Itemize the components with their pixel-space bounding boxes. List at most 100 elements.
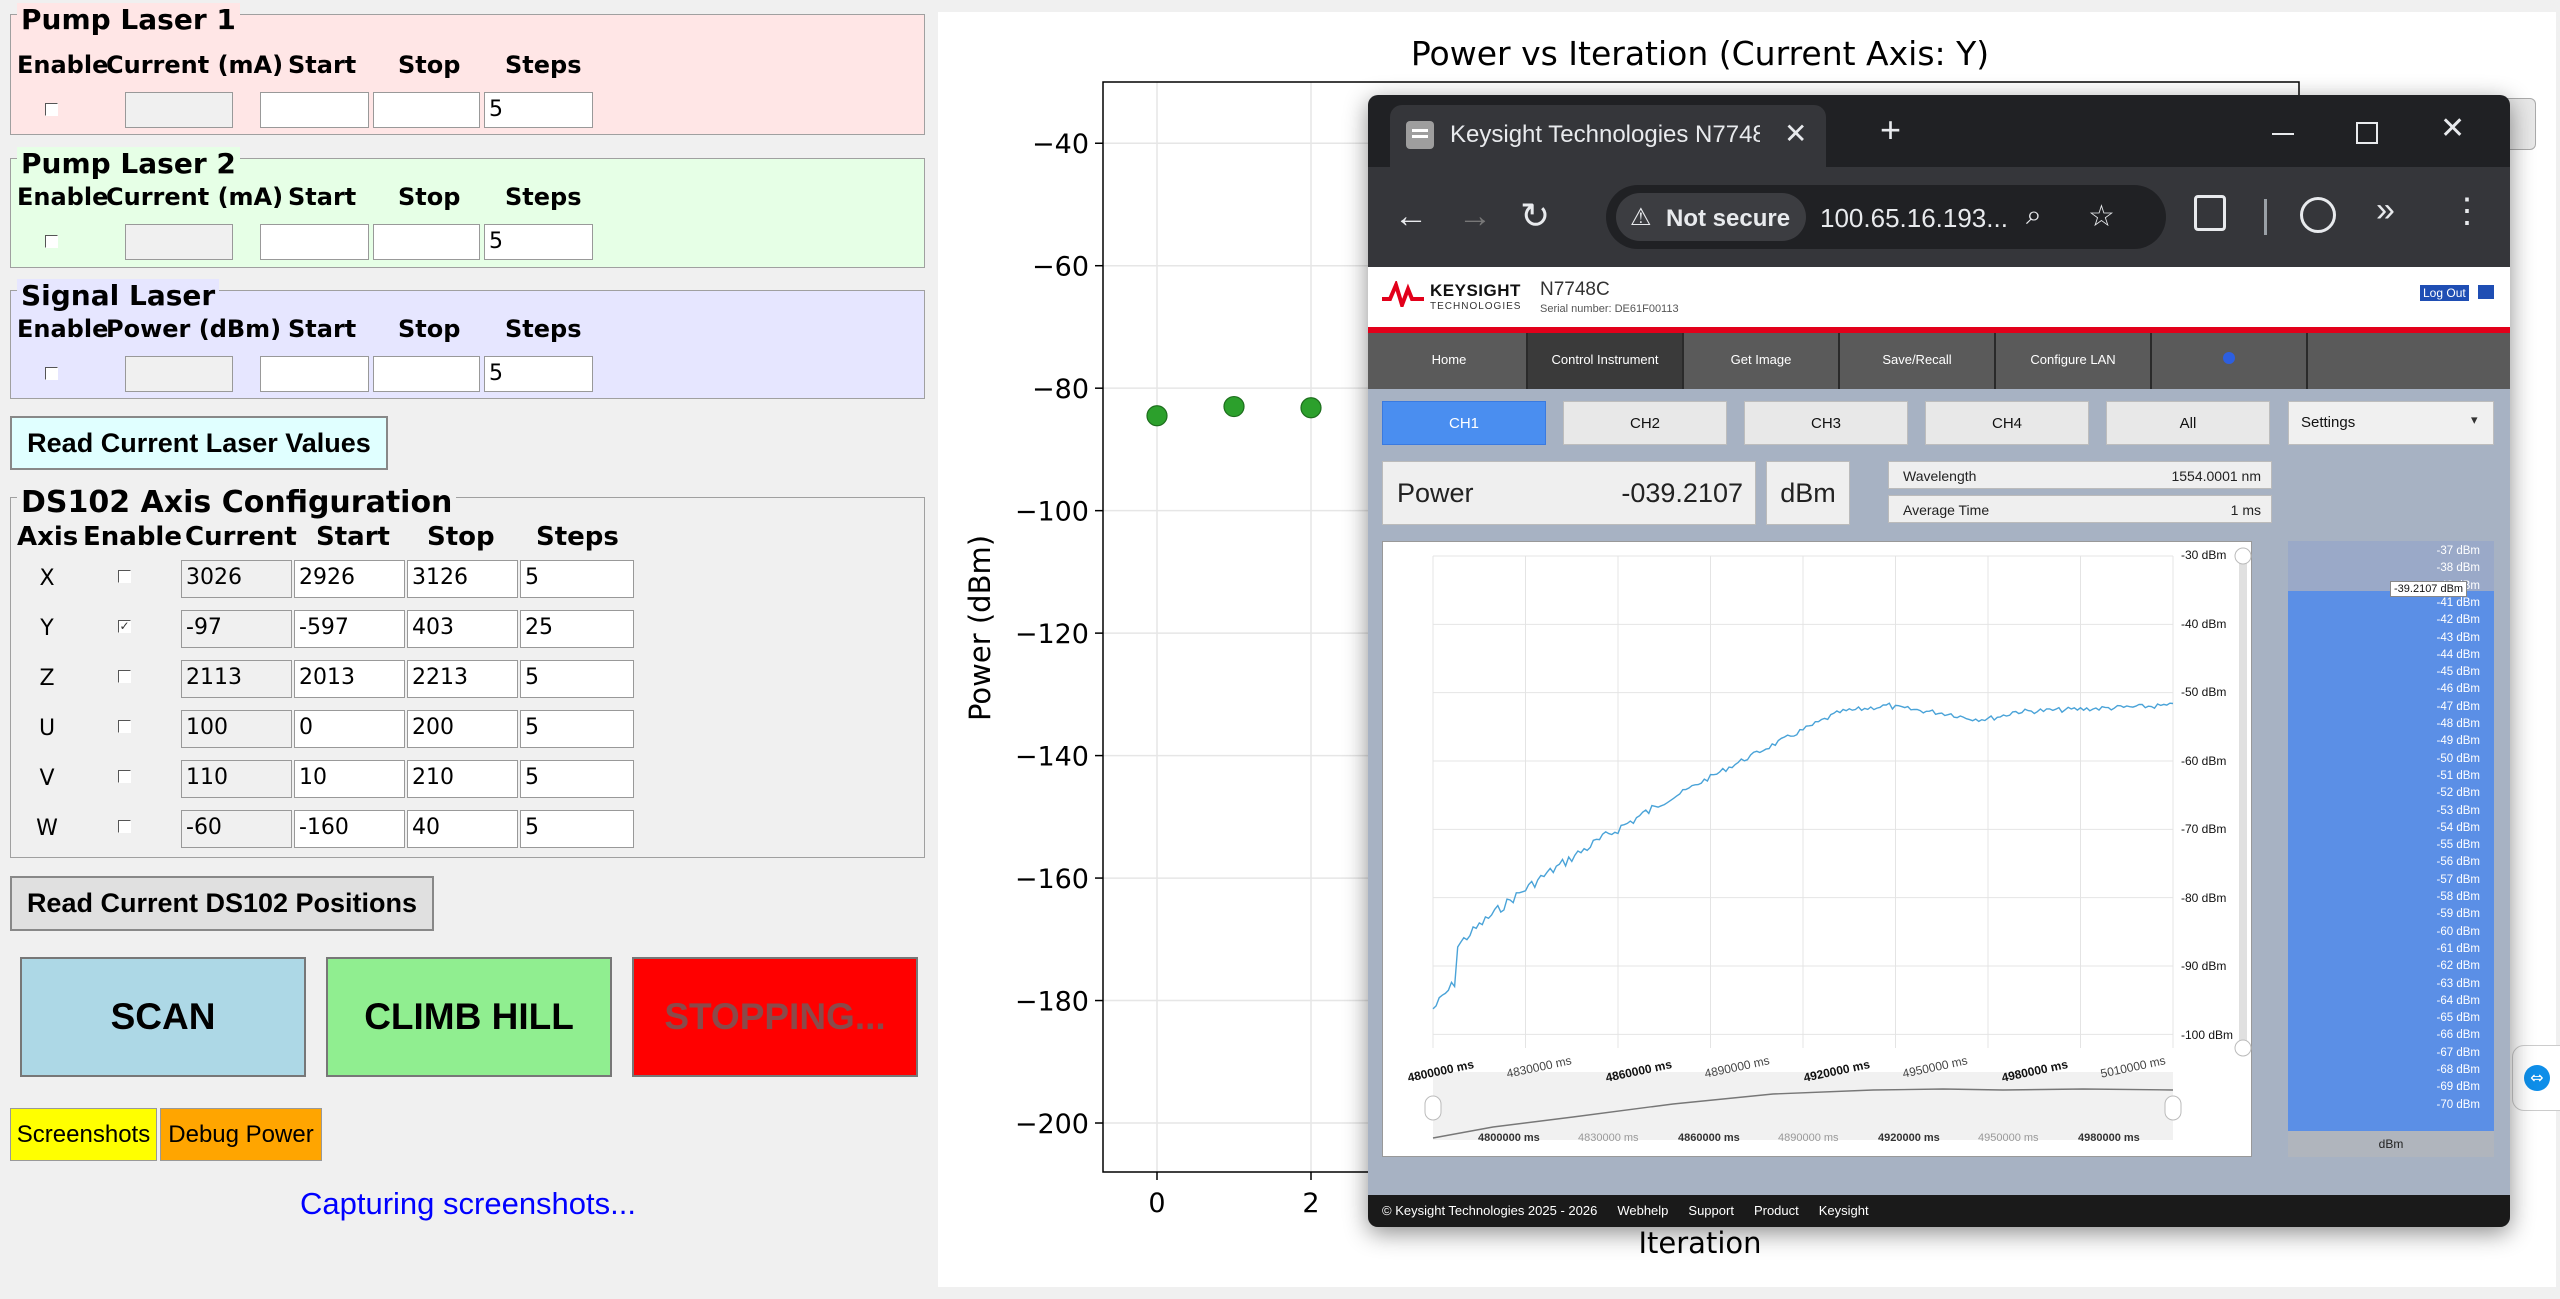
logout-link[interactable]: Log Out (2420, 285, 2469, 301)
axis-stop-input[interactable]: 2213 (407, 660, 518, 698)
axis-enable-checkbox[interactable]: ✓ (118, 620, 131, 633)
settings-dropdown[interactable]: Settings ▾ (2288, 401, 2494, 445)
pump1-enable-checkbox[interactable] (45, 103, 58, 116)
overview-right-handle[interactable] (2164, 1095, 2182, 1121)
axis-steps-input[interactable]: 5 (520, 760, 634, 798)
arrows-icon: ⇔ (2524, 1065, 2550, 1091)
zoom-icon[interactable]: ⌕ (2026, 199, 2042, 232)
bar-scale-label: -60 dBm (2436, 925, 2480, 938)
axis-enable-checkbox[interactable] (118, 720, 131, 733)
pump2-start-input[interactable] (260, 224, 369, 260)
data-point (1300, 397, 1322, 419)
close-tab-icon[interactable]: ✕ (1784, 117, 1807, 150)
signal-steps-input[interactable]: 5 (484, 356, 593, 392)
forward-icon[interactable]: → (1458, 197, 1492, 236)
channel-button-ch3[interactable]: CH3 (1744, 401, 1908, 445)
pump1-steps-input[interactable]: 5 (484, 92, 593, 128)
browser-toolbar: ← → ↻ ⚠ Not secure 100.65.16.193... ⌕ ☆ … (1368, 167, 2510, 267)
screenshots-button[interactable]: Screenshots (10, 1108, 157, 1161)
maximize-icon[interactable] (2356, 122, 2378, 144)
axis-steps-input[interactable]: 5 (520, 810, 634, 848)
read-laser-values-button[interactable]: Read Current Laser Values (10, 416, 388, 470)
minimize-icon[interactable] (2272, 133, 2294, 135)
footer-link[interactable]: Support (1688, 1203, 1734, 1218)
footer-link[interactable]: Product (1754, 1203, 1799, 1218)
nav-item-5[interactable] (2152, 333, 2308, 389)
axis-label: U (38, 716, 56, 741)
window-close-icon[interactable]: ✕ (2440, 111, 2465, 146)
axis-start-input[interactable]: 0 (294, 710, 405, 748)
signal-stop-input[interactable] (373, 356, 480, 392)
bar-scale-label: -45 dBm (2436, 666, 2480, 679)
pump1-stop-input[interactable] (373, 92, 480, 128)
reload-icon[interactable]: ↻ (1520, 195, 1550, 237)
profile-icon[interactable] (2300, 197, 2336, 233)
axis-start-input[interactable]: 10 (294, 760, 405, 798)
scan-button[interactable]: SCAN (20, 957, 306, 1077)
pump2-steps-input[interactable]: 5 (484, 224, 593, 260)
bar-scale-label: -68 dBm (2436, 1064, 2480, 1076)
nav-item-label: Control Instrument (1551, 352, 1659, 367)
bar-scale-label: -67 dBm (2436, 1046, 2480, 1059)
nav-item-4[interactable]: Configure LAN (1996, 333, 2152, 389)
y-scroll-bottom-handle[interactable] (2234, 1039, 2252, 1057)
axis-stop-input[interactable]: 403 (407, 610, 518, 648)
browser-tab[interactable]: Keysight Technologies N7748C ✕ (1390, 105, 1826, 167)
more-tools-icon[interactable]: » (2376, 191, 2395, 230)
axis-enable-checkbox[interactable] (118, 570, 131, 583)
axis-steps-input[interactable]: 5 (520, 710, 634, 748)
read-ds102-positions-button[interactable]: Read Current DS102 Positions (10, 876, 434, 931)
kebab-menu-icon[interactable]: ⋮ (2450, 191, 2484, 231)
footer-link[interactable]: Keysight (1819, 1203, 1869, 1218)
data-point (1223, 395, 1245, 418)
teamviewer-side-tab[interactable]: ⇔ (2512, 1045, 2560, 1111)
nav-item-0[interactable]: Home (1372, 333, 1528, 389)
axis-steps-input[interactable]: 5 (520, 560, 634, 598)
axis-enable-checkbox[interactable] (118, 670, 131, 683)
bar-scale-label: -41 dBm (2436, 596, 2480, 609)
pump2-stop-input[interactable] (373, 224, 480, 260)
x-tick-label: 2 (1302, 1188, 1319, 1219)
axis-steps-input[interactable]: 25 (520, 610, 634, 648)
axis-enable-checkbox[interactable] (118, 820, 131, 833)
axis-start-input[interactable]: 2013 (294, 660, 405, 698)
y-scroll-track[interactable] (2239, 554, 2247, 1050)
axis-start-input[interactable]: -597 (294, 610, 405, 648)
extensions-icon[interactable] (2194, 195, 2226, 231)
channel-button-ch2[interactable]: CH2 (1563, 401, 1727, 445)
axis-start-input[interactable]: -160 (294, 810, 405, 848)
axis-stop-input[interactable]: 210 (407, 760, 518, 798)
y-scroll-top-handle[interactable] (2234, 547, 2252, 565)
back-icon[interactable]: ← (1394, 197, 1428, 236)
overview-left-handle[interactable] (1424, 1095, 1442, 1121)
pump2-enable-checkbox[interactable] (45, 235, 58, 248)
warning-icon: ⚠ (1630, 204, 1652, 231)
bookmark-star-icon[interactable]: ☆ (2088, 199, 2115, 234)
not-secure-chip[interactable]: ⚠ Not secure (1616, 193, 1806, 241)
signal-enable-checkbox[interactable] (45, 367, 58, 380)
axis-steps-input[interactable]: 5 (520, 660, 634, 698)
axis-stop-input[interactable]: 40 (407, 810, 518, 848)
channel-button-all[interactable]: All (2106, 401, 2270, 445)
pump2-stop-header: Stop (398, 183, 461, 211)
address-bar[interactable]: ⚠ Not secure 100.65.16.193... ⌕ ☆ (1606, 185, 2166, 249)
footer-link[interactable]: Webhelp (1617, 1203, 1668, 1218)
pump1-start-input[interactable] (260, 92, 369, 128)
channel-button-ch4[interactable]: CH4 (1925, 401, 2089, 445)
signal-start-input[interactable] (260, 356, 369, 392)
axis-stop-input[interactable]: 200 (407, 710, 518, 748)
axis-enable-checkbox[interactable] (118, 770, 131, 783)
axis-stop-input[interactable]: 3126 (407, 560, 518, 598)
nav-item-3[interactable]: Save/Recall (1840, 333, 1996, 389)
channel-button-ch1[interactable]: CH1 (1382, 401, 1546, 445)
debug-power-button[interactable]: Debug Power (160, 1108, 322, 1161)
language-flag-icon[interactable] (2478, 285, 2494, 299)
new-tab-button[interactable]: + (1880, 109, 1901, 151)
axis-start-input[interactable]: 2926 (294, 560, 405, 598)
nav-item-1[interactable]: Control Instrument (1528, 333, 1684, 389)
stop-button[interactable]: STOPPING... (632, 957, 918, 1077)
nav-item-2[interactable]: Get Image (1684, 333, 1840, 389)
nav-item-label: Save/Recall (1882, 352, 1952, 367)
climb-hill-button[interactable]: CLIMB HILL (326, 957, 612, 1077)
nav-item-label: Get Image (1730, 352, 1792, 367)
